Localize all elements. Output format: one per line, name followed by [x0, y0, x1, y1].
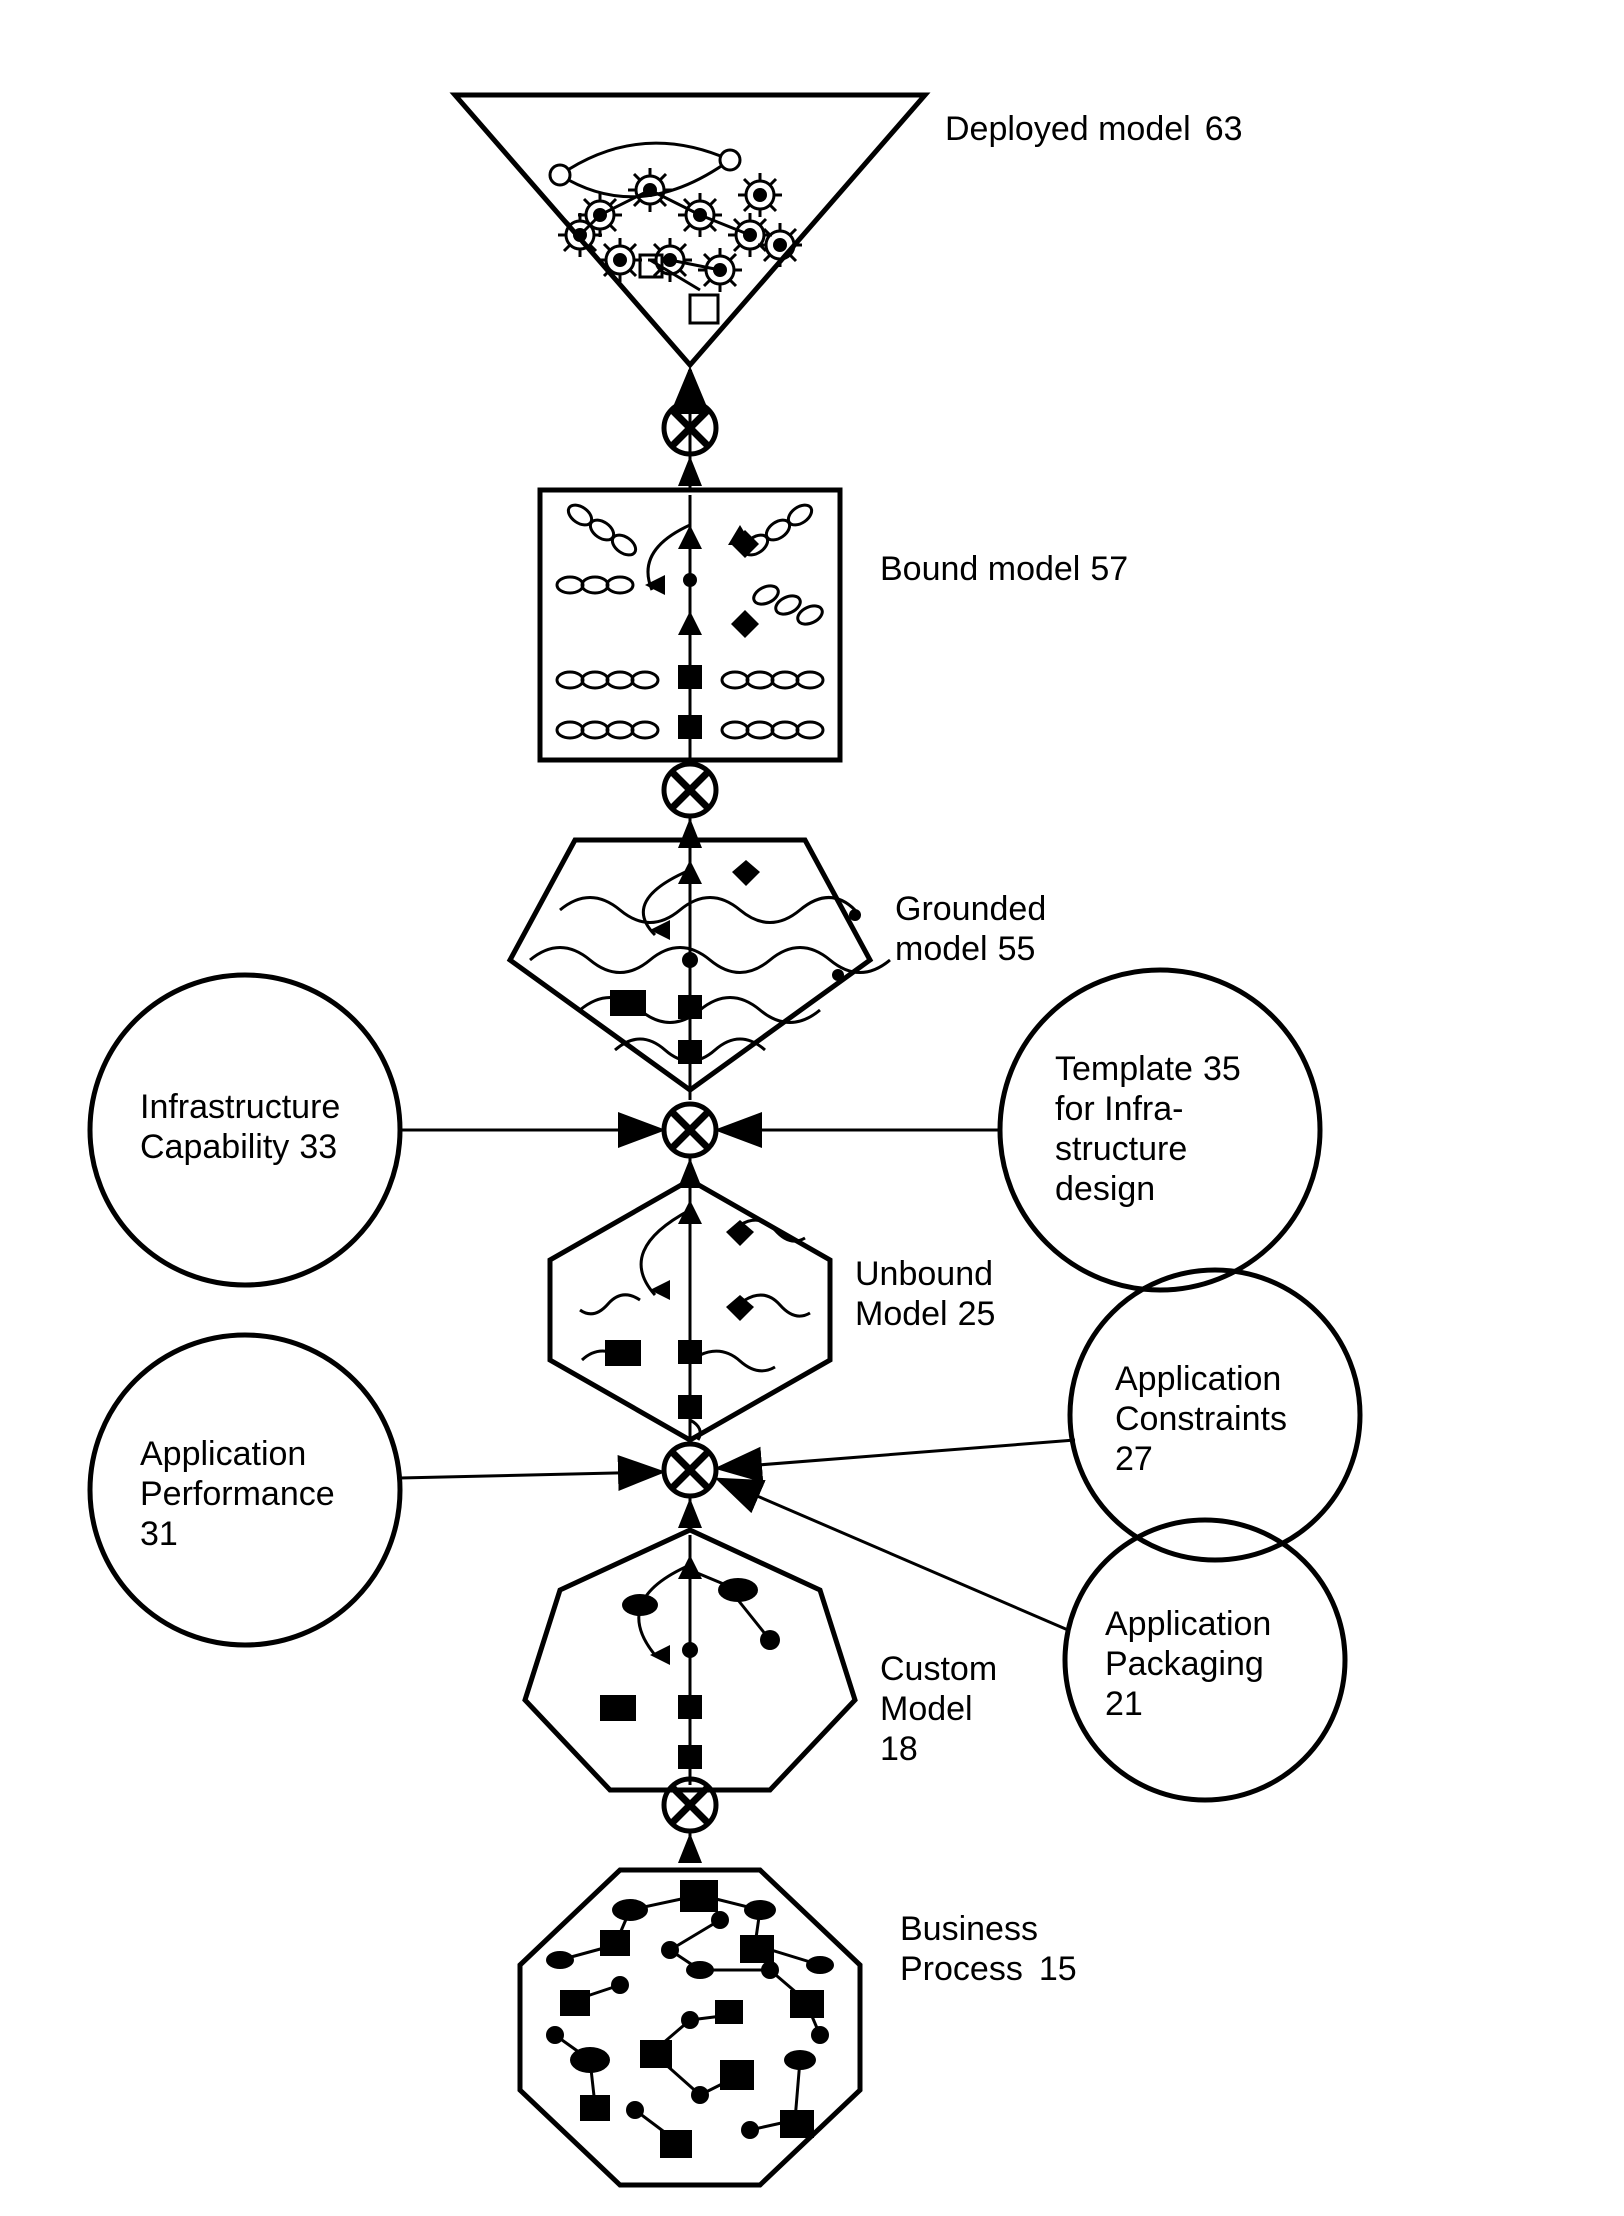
input-infra-capability: Infrastructure Capability33 — [90, 975, 660, 1285]
stage-deployed: Deployed model63 — [455, 95, 1243, 365]
input-app-constraints: Application Constraints 27 — [720, 1270, 1360, 1560]
input-app-performance: Application Performance 31 — [90, 1335, 660, 1645]
stage-bound: Bound model57 — [540, 490, 1128, 760]
label-business: Business Process15 — [900, 1910, 1077, 1988]
svg-text:Application Performance: Application Performance 31 — [140, 1435, 344, 1553]
svg-text:Application Constraints: Application Constraints 27 — [1115, 1360, 1296, 1478]
stage-unbound: Unbound Model25 — [550, 1180, 1002, 1440]
stage-business: Business Process15 — [520, 1870, 1077, 2185]
stage-grounded: Grounded model55 — [510, 840, 1056, 1090]
svg-text:Infrastructure Capability3: Infrastructure Capability33 — [140, 1088, 350, 1166]
svg-text:Application Packaging: Application Packaging 21 — [1105, 1605, 1281, 1723]
label-bound: Bound model57 — [880, 550, 1128, 588]
label-unbound: Unbound Model25 — [855, 1255, 1002, 1333]
label-deployed: Deployed model63 — [945, 110, 1243, 148]
svg-text:Template35 for Infra-: Template35 for Infra- structure design — [1055, 1050, 1250, 1208]
input-app-packaging: Application Packaging 21 — [720, 1480, 1345, 1800]
label-grounded: Grounded model55 — [895, 890, 1056, 968]
stage-custom: Custom Model 18 — [525, 1530, 1007, 1790]
label-custom: Custom Model 18 — [880, 1650, 1007, 1768]
